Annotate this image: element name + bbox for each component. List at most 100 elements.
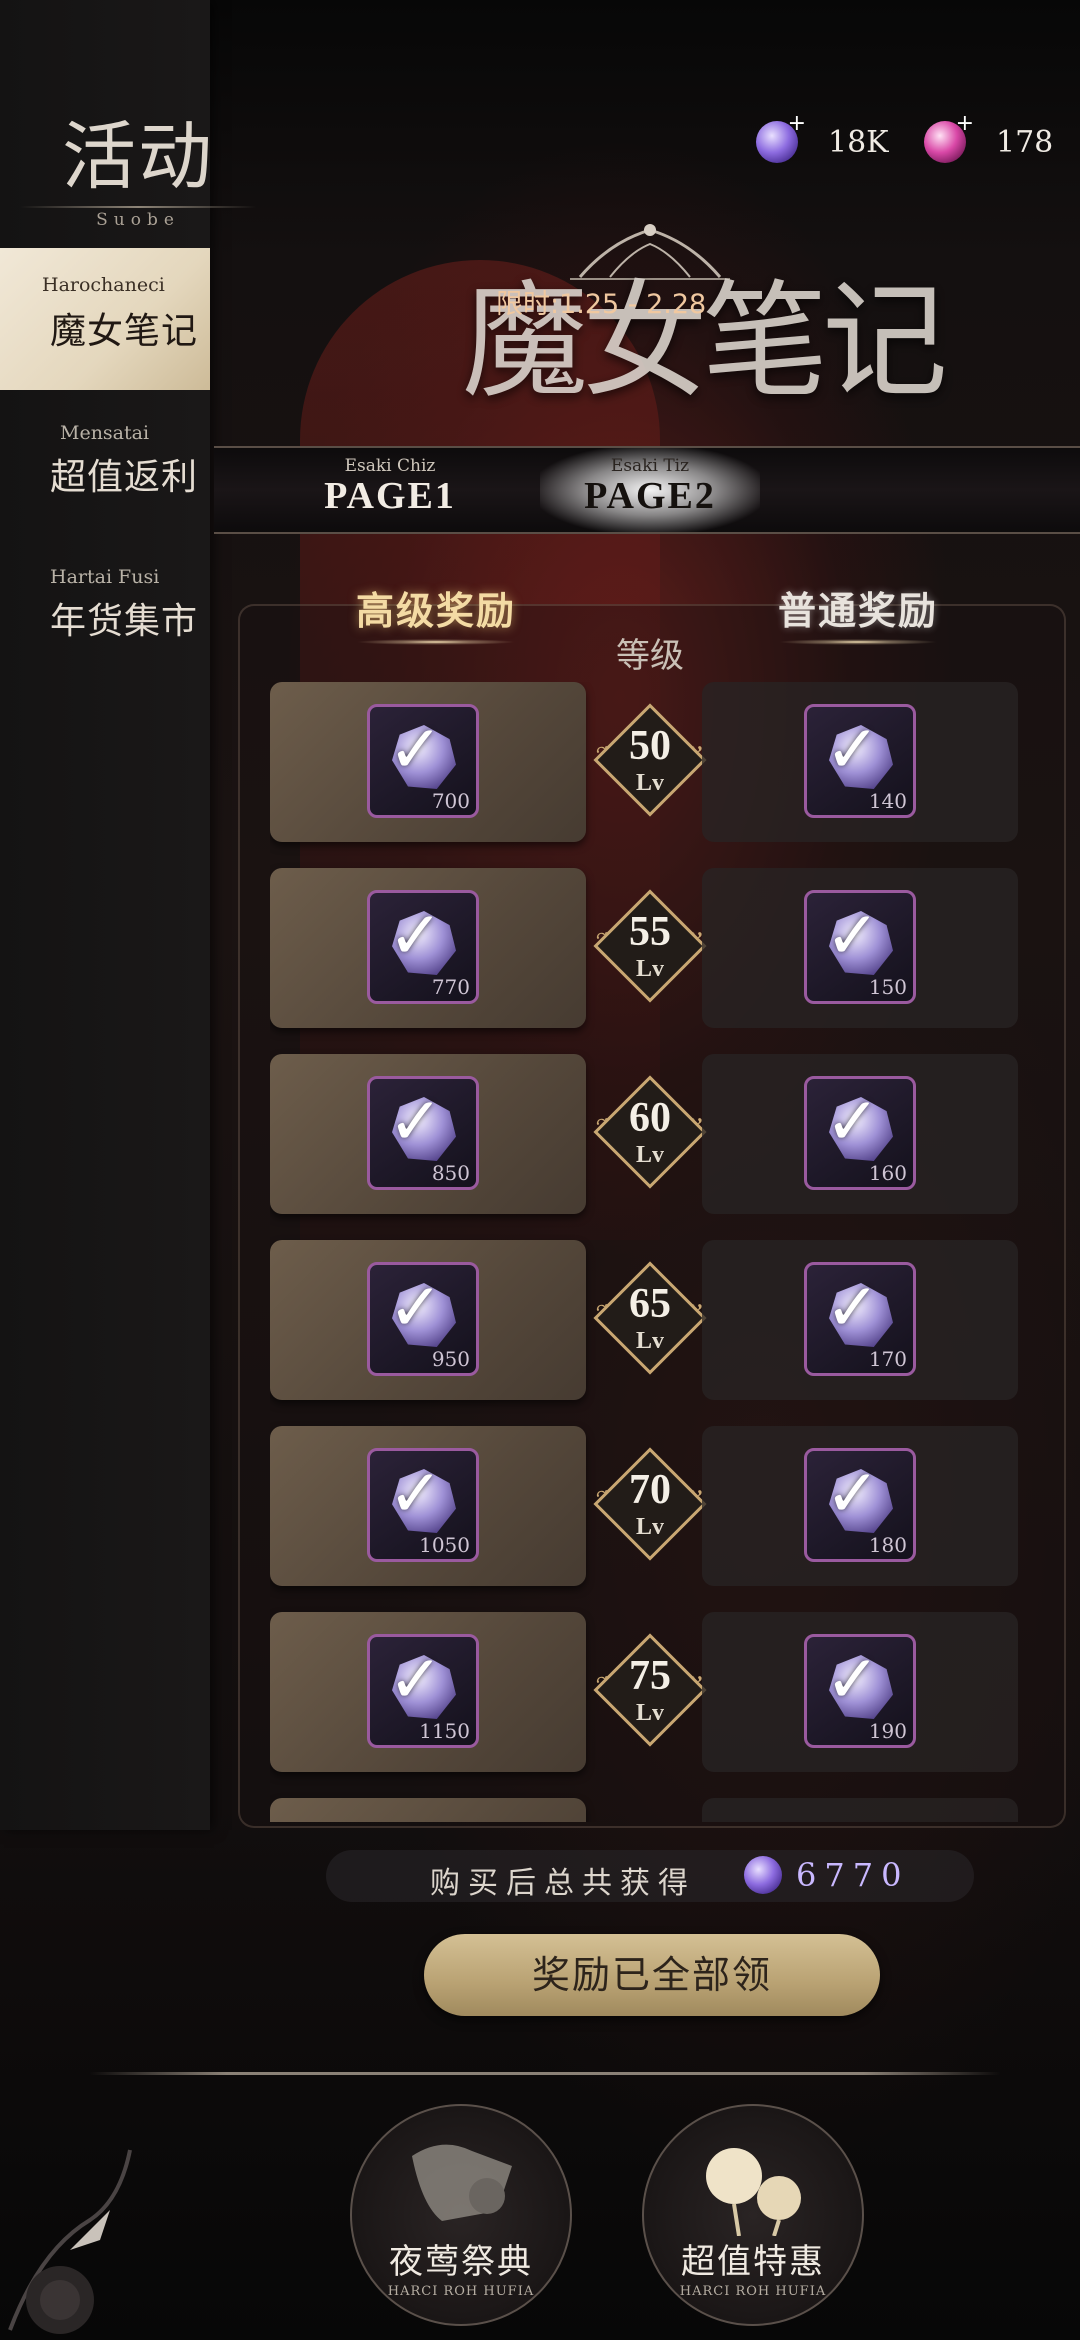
sidebar-item-en: Hartai Fusi xyxy=(50,566,160,588)
level-unit: Lv xyxy=(635,770,664,796)
advanced-reward-card[interactable]: ✓ 1150 xyxy=(270,1612,586,1772)
claim-all-button[interactable]: 奖励已全部领 xyxy=(424,1934,880,2016)
reward-item[interactable]: ✓ 700 xyxy=(367,704,479,818)
check-icon: ✓ xyxy=(825,1269,881,1346)
level-header: 等级 xyxy=(616,636,684,676)
nightingale-festival-button[interactable]: 夜莺祭典 HARCI ROH HUFIA xyxy=(350,2104,572,2326)
check-icon: ✓ xyxy=(388,1269,444,1346)
nav-sublabel: HARCI ROH HUFIA xyxy=(679,2284,827,2299)
header-ornament xyxy=(778,639,939,645)
check-icon: ✓ xyxy=(388,711,444,788)
total-value: 6770 xyxy=(796,1856,910,1894)
reward-row-partial xyxy=(270,1798,1030,1822)
check-icon: ✓ xyxy=(388,1455,444,1532)
plus-icon: + xyxy=(787,111,806,136)
level-unit: Lv xyxy=(635,1700,664,1726)
level-unit: Lv xyxy=(635,1514,664,1540)
claim-all-label: 奖励已全部领 xyxy=(531,1953,772,1997)
advanced-reward-label: 高级奖励 xyxy=(356,588,517,633)
sidebar-item-en: Mensatai xyxy=(60,422,150,444)
blue-gem-icon: + xyxy=(756,111,806,163)
check-icon: ✓ xyxy=(388,897,444,974)
reward-item[interactable]: ✓ 770 xyxy=(367,890,479,1004)
blue-gem-value: 18K xyxy=(828,124,889,160)
blue-gem-counter[interactable]: + 18K xyxy=(756,111,889,166)
check-icon: ✓ xyxy=(825,1455,881,1532)
reward-item[interactable]: ✓ 850 xyxy=(367,1076,479,1190)
reward-amount: 160 xyxy=(868,1161,907,1185)
reward-list[interactable]: ✓ 700 ❦ ❦ 50 Lv ✓ 140 ✓ 770 xyxy=(270,682,1030,1822)
check-icon: ✓ xyxy=(388,1641,444,1718)
reward-amount: 190 xyxy=(868,1719,907,1743)
reward-row: ✓ 950 ❦ ❦ 65 Lv ✓ 170 xyxy=(270,1240,1030,1402)
tab-page1[interactable]: Esaki Chiz PAGE1 xyxy=(280,448,500,532)
reward-item[interactable]: ✓ 140 xyxy=(804,704,916,818)
reward-amount: 150 xyxy=(868,975,907,999)
page-tabbar: Esaki Chiz PAGE1 Esaki Tiz PAGE2 xyxy=(214,446,1080,534)
reward-item[interactable]: ✓ 170 xyxy=(804,1262,916,1376)
reward-item[interactable]: ✓ 1050 xyxy=(367,1448,479,1562)
sidebar: 活动 Suobe Harochaneci 魔女笔记 Mensatai 超值返利 … xyxy=(0,0,256,1830)
reward-amount: 140 xyxy=(868,789,907,813)
reward-row: ✓ 1150 ❦ ❦ 75 Lv ✓ 190 xyxy=(270,1612,1030,1774)
reward-item[interactable]: ✓ 160 xyxy=(804,1076,916,1190)
special-offer-button[interactable]: 超值特惠 HARCI ROH HUFIA xyxy=(642,2104,864,2326)
normal-reward-card[interactable]: ✓ 140 xyxy=(702,682,1018,842)
reward-item[interactable]: ✓ 950 xyxy=(367,1262,479,1376)
pink-gem-counter[interactable]: + 178 xyxy=(924,111,1054,166)
bottom-divider xyxy=(90,2072,1000,2075)
reward-item[interactable]: ✓ 1150 xyxy=(367,1634,479,1748)
level-unit: Lv xyxy=(635,1142,664,1168)
check-icon: ✓ xyxy=(825,711,881,788)
sidebar-item-rebate[interactable]: Mensatai 超值返利 xyxy=(0,422,210,522)
reward-item[interactable]: ✓ 150 xyxy=(804,890,916,1004)
advanced-reward-card[interactable]: ✓ 850 xyxy=(270,1054,586,1214)
time-limit: 限时:1.25 - 2.28 xyxy=(496,289,707,320)
reward-item[interactable]: ✓ 180 xyxy=(804,1448,916,1562)
normal-reward-card[interactable]: ✓ 180 xyxy=(702,1426,1018,1586)
advanced-reward-card[interactable]: ✓ 770 xyxy=(270,868,586,1028)
level-badge: ❦ ❦ 75 Lv xyxy=(593,1626,707,1756)
total-label: 购买后总共获得 xyxy=(430,1866,696,1901)
rose-ornament-icon xyxy=(8,2149,132,2334)
advanced-reward-card[interactable] xyxy=(270,1798,586,1822)
total-reward-bar: 购买后总共获得 6770 xyxy=(326,1850,974,1902)
advanced-reward-card[interactable]: ✓ 700 xyxy=(270,682,586,842)
nav-label: 夜莺祭典 xyxy=(389,2242,533,2282)
sidebar-title-text: 活动 xyxy=(62,114,214,200)
reward-row: ✓ 850 ❦ ❦ 60 Lv ✓ 160 xyxy=(270,1054,1030,1216)
tab-subtitle: Esaki Tiz xyxy=(610,456,690,476)
advanced-reward-card[interactable]: ✓ 1050 xyxy=(270,1426,586,1586)
sidebar-item-en: Harochaneci xyxy=(42,274,165,296)
level-badge: ❦ ❦ 50 Lv xyxy=(593,696,707,826)
reward-amount: 850 xyxy=(431,1161,470,1185)
normal-reward-card[interactable]: ✓ 190 xyxy=(702,1612,1018,1772)
level-number: 65 xyxy=(629,1281,671,1327)
sidebar-item-market[interactable]: Hartai Fusi 年货集市 xyxy=(0,566,210,666)
level-number: 70 xyxy=(629,1467,671,1513)
level-number: 60 xyxy=(629,1095,671,1141)
check-icon: ✓ xyxy=(825,1083,881,1160)
level-badge: ❦ ❦ 70 Lv xyxy=(593,1440,707,1570)
level-badge: ❦ ❦ 60 Lv xyxy=(593,1068,707,1198)
normal-reward-card[interactable]: ✓ 160 xyxy=(702,1054,1018,1214)
level-badge: ❦ ❦ 55 Lv xyxy=(593,882,707,1012)
reward-amount: 170 xyxy=(868,1347,907,1371)
tab-subtitle: Esaki Chiz xyxy=(344,456,436,476)
reward-amount: 950 xyxy=(431,1347,470,1371)
advanced-reward-card[interactable]: ✓ 950 xyxy=(270,1240,586,1400)
normal-reward-card[interactable] xyxy=(702,1798,1018,1822)
normal-reward-card[interactable]: ✓ 150 xyxy=(702,868,1018,1028)
normal-reward-label: 普通奖励 xyxy=(778,588,939,633)
reward-item[interactable]: ✓ 190 xyxy=(804,1634,916,1748)
sidebar-subtitle: Suobe xyxy=(96,210,180,230)
normal-reward-card[interactable]: ✓ 170 xyxy=(702,1240,1018,1400)
level-unit: Lv xyxy=(635,1328,664,1354)
check-icon: ✓ xyxy=(388,1083,444,1160)
tab-page2[interactable]: Esaki Tiz PAGE2 xyxy=(540,448,760,532)
pink-gem-value: 178 xyxy=(996,124,1054,160)
pink-gem-icon: + xyxy=(924,111,974,163)
reward-amount: 700 xyxy=(431,789,470,813)
sidebar-item-witch-notes[interactable]: Harochaneci 魔女笔记 xyxy=(0,248,210,390)
level-unit: Lv xyxy=(635,956,664,982)
